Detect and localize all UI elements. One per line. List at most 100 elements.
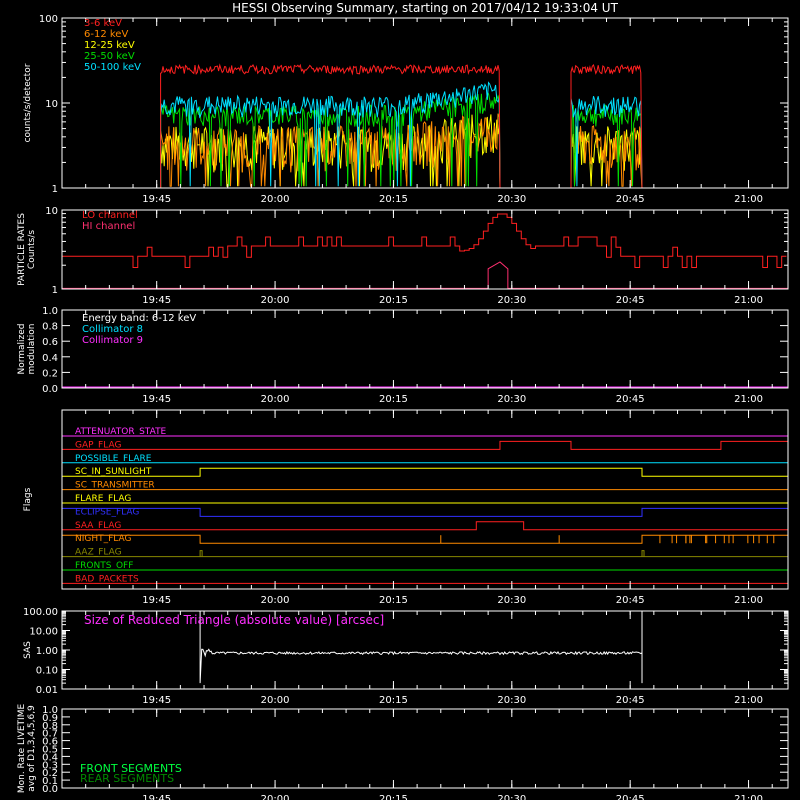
flag-label: AAZ_FLAG [75, 548, 122, 558]
x-tick-label: 19:45 [142, 695, 171, 706]
x-tick-label: 19:45 [142, 295, 171, 306]
x-tick-label: 20:45 [616, 295, 645, 306]
flag-label: NIGHT_FLAG [75, 534, 132, 544]
flag-label: SAA_FLAG [75, 521, 121, 531]
legend-entry: LO channel [82, 210, 138, 221]
flag-label: ECLIPSE_FLAG [75, 507, 139, 517]
x-tick-label: 21:00 [734, 194, 763, 205]
x-tick-label: 21:00 [734, 295, 763, 306]
y-tick-label: 0.01 [36, 685, 58, 696]
flag-line [62, 440, 789, 450]
x-tick-label: 20:00 [261, 695, 290, 706]
x-tick-label: 20:15 [379, 394, 408, 405]
flag-line [61, 534, 789, 544]
x-tick-label: 20:30 [497, 194, 526, 205]
lo-channel-line [62, 213, 787, 268]
flag-label: SC_IN_SUNLIGHT [75, 467, 152, 477]
lightcurve-panel: 19:45 20:00 20:15 20:30 20:45 21:00 1 10 100 coun… [23, 14, 789, 205]
flag-line [61, 507, 789, 517]
sas-annotation: Size of Reduced Triangle (absolute value… [84, 613, 384, 627]
x-tick-label: 20:45 [616, 695, 645, 706]
y-tick-label: 10 [45, 99, 58, 110]
x-tick-label: 20:00 [261, 794, 290, 800]
x-tick-label: 20:30 [497, 394, 526, 405]
x-tick-label: 20:15 [379, 295, 408, 306]
panel-frame [61, 409, 789, 590]
flag-label: FLARE_FLAG [75, 494, 131, 504]
y-axis-label: Mon. Rate LIVETIME [17, 704, 27, 794]
y-tick-label: 0.4 [42, 353, 58, 364]
legend-entry: HI channel [82, 221, 135, 232]
energy-band-annotation: Energy band: 6-12 keV [82, 313, 196, 324]
legend-entry: 6-12 keV [84, 29, 128, 40]
x-tick-label: 21:00 [734, 695, 763, 706]
x-tick-label: 20:00 [261, 595, 290, 606]
x-tick-label: 20:30 [497, 295, 526, 306]
y-tick-label: 0.2 [42, 368, 58, 379]
x-tick-label: 19:45 [142, 194, 171, 205]
x-tick-label: 20:15 [379, 794, 408, 800]
flag-spike [641, 550, 645, 557]
panel-frame [61, 209, 789, 290]
y-axis-label: PARTICLE RATES [17, 213, 27, 286]
x-tick-label: 20:45 [616, 595, 645, 606]
y-axis-label: counts/s/detector [23, 63, 33, 142]
y-tick-label: 0.0 [42, 384, 58, 395]
x-tick-label: 20:30 [497, 695, 526, 706]
y-axis-label: SAS [23, 641, 33, 659]
flags-panel: ATTENUATOR_STATE GAP_FLAG POSSIBLE_FLARE SC… [23, 409, 789, 606]
legend-entry: Collimator 9 [82, 335, 143, 346]
y-tick-label: 0.8 [42, 322, 58, 333]
legend-entry: 3-6 keV [84, 18, 122, 29]
x-tick-label: 19:45 [142, 595, 171, 606]
y-tick-label: 1.0 [42, 705, 58, 716]
x-tick-label: 20:00 [261, 295, 290, 306]
x-tick-label: 21:00 [734, 595, 763, 606]
y-tick-label: 10 [45, 206, 58, 217]
x-tick-label: 20:45 [616, 194, 645, 205]
legend-entry: REAR SEGMENTS [80, 772, 174, 785]
livetime-panel: 19:45 20:00 20:15 20:30 20:45 21:000.00.10.20… [17, 704, 789, 800]
y-axis-label: Counts/s [27, 230, 37, 269]
x-tick-label: 21:00 [734, 794, 763, 800]
x-tick-label: 20:30 [497, 595, 526, 606]
y-tick-label: 100.00 [23, 607, 58, 618]
flag-label: POSSIBLE_FLARE [75, 454, 152, 464]
flag-label: SC_TRANSMITTER [75, 481, 155, 491]
y-axis-label: Flags [23, 487, 33, 511]
y-axis-label: modulation [27, 324, 37, 375]
observing-summary-figure: HESSI Observing Summary, starting on 201… [17, 1, 789, 800]
flag-label: GAP_FLAG [75, 440, 121, 450]
legend-entry: 25-50 keV [84, 51, 135, 62]
legend-entry: 12-25 keV [84, 40, 135, 51]
flag-label: BAD_PACKETS [75, 574, 139, 584]
flag-line [62, 467, 788, 477]
x-tick-label: 20:00 [261, 194, 290, 205]
flag-line [62, 521, 788, 531]
y-tick-label: 1.00 [36, 646, 58, 657]
particle-rates-panel: 19:45 20:00 20:15 20:30 20:45 21:00 1 10 PARTICL… [17, 206, 789, 306]
flag-label: FRONTS_OFF [75, 561, 133, 571]
y-tick-label: 1 [52, 184, 58, 195]
figure-title: HESSI Observing Summary, starting on 201… [232, 1, 618, 15]
lightcurve-2550kev [160, 92, 643, 189]
x-tick-label: 20:15 [379, 695, 408, 706]
y-axis-label: avg of D1,3,4,5,6,9 [27, 705, 37, 792]
y-tick-label: 10.00 [29, 627, 58, 638]
x-tick-label: 20:30 [497, 794, 526, 800]
flag-spike [199, 550, 203, 557]
x-tick-label: 20:45 [616, 394, 645, 405]
legend-entry: 50-100 keV [84, 62, 141, 73]
x-tick-label: 20:00 [261, 394, 290, 405]
x-tick-label: 19:45 [142, 794, 171, 800]
flag-label: ATTENUATOR_STATE [75, 427, 167, 437]
y-axis-label: Normalized [17, 323, 27, 374]
x-tick-label: 20:45 [616, 794, 645, 800]
sas-panel: 19:45 20:00 20:15 20:30 20:45 21:00 0.01 0.10 1.… [23, 607, 789, 706]
legend-entry: Collimator 8 [82, 324, 143, 335]
hi-channel-line [62, 261, 788, 289]
y-tick-label: 0.6 [42, 337, 58, 348]
y-tick-label: 0.10 [36, 666, 58, 677]
panels: 19:45 20:00 20:15 20:30 20:45 21:00 1 10 100 coun… [17, 14, 789, 800]
x-tick-label: 21:00 [734, 394, 763, 405]
